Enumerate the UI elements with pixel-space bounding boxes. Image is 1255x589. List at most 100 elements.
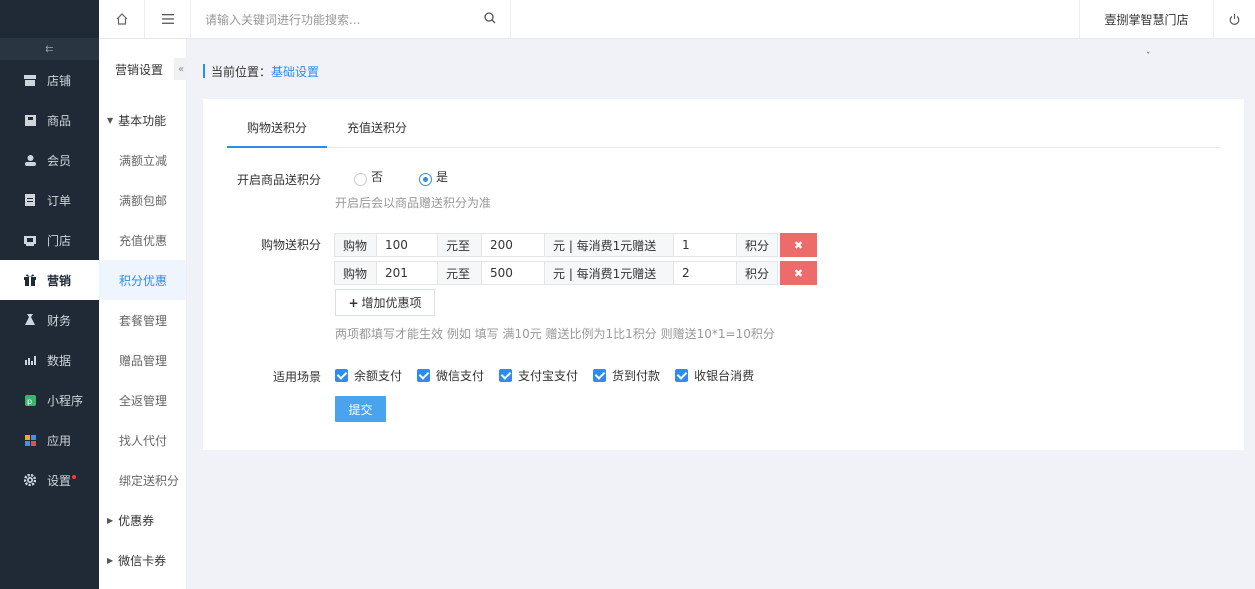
add-rule-label: 增加优惠项 — [361, 296, 422, 310]
search-icon[interactable] — [484, 11, 496, 27]
rule-unit-text: 积分 — [736, 261, 778, 285]
scene-checkbox[interactable]: 余额支付 — [335, 367, 402, 384]
finance-icon — [24, 314, 36, 326]
rule-points-input[interactable]: 1 — [673, 233, 737, 257]
radio-yes[interactable]: 是 — [419, 170, 449, 188]
caret-right-icon: ▶ — [107, 515, 114, 525]
breadcrumb-prefix: 当前位置： — [211, 64, 272, 79]
rule-buy-text: 购物 — [334, 261, 377, 285]
list-toggle-icon[interactable]: ⇇ — [0, 38, 99, 60]
power-icon[interactable] — [1213, 0, 1255, 38]
submenu-item-active[interactable]: 积分优惠 — [99, 260, 186, 300]
secondary-menu: 营销设置 ▼ 基本功能 满额立减 满额包邮 充值优惠 积分优惠 套餐管理 赠品管… — [99, 0, 187, 589]
checkbox-checked[interactable] — [499, 369, 513, 382]
checkbox-checked[interactable] — [335, 369, 348, 382]
radio-circle[interactable] — [354, 173, 367, 186]
chart-icon — [24, 354, 36, 366]
nav-label: 营销 — [47, 273, 72, 288]
close-icon: ✖ — [793, 238, 804, 252]
breadcrumb-current[interactable]: 基础设置 — [271, 63, 319, 80]
scene-checkbox[interactable]: 微信支付 — [417, 367, 484, 384]
search-placeholder: 请输入关键词进行功能搜索... — [205, 12, 361, 27]
submenu-item[interactable]: 绑定送积分 — [99, 460, 186, 500]
rule-from-input[interactable]: 201 — [376, 261, 438, 285]
scene-checkbox[interactable]: 货到付款 — [593, 367, 660, 384]
order-icon — [24, 194, 36, 206]
store-name[interactable]: 壹捌掌智慧门店 — [1079, 0, 1213, 38]
chevron-down-icon[interactable]: ˇ — [1146, 52, 1151, 62]
nav-item-store[interactable]: 店铺 — [0, 60, 99, 100]
submenu-group-wxcard[interactable]: ▶ 微信卡券 — [99, 540, 186, 580]
checkbox-checked[interactable] — [417, 369, 431, 382]
tab-recharge-points[interactable]: 充值送积分 — [327, 119, 427, 148]
gift-icon — [24, 274, 36, 286]
enable-radio-group: 否 是 — [354, 170, 484, 188]
breadcrumb: 当前位置： 基础设置 — [203, 63, 319, 80]
rules-label: 购物送积分 — [260, 238, 321, 252]
scene-option-label: 货到付款 — [612, 369, 661, 383]
nav-item-shop[interactable]: 门店 — [0, 220, 99, 260]
submenu-group-label: 微信卡券 — [118, 553, 167, 568]
nav-label: 门店 — [47, 233, 72, 248]
submenu-item[interactable]: 套餐管理 — [99, 300, 186, 340]
apps-icon — [24, 434, 36, 446]
scene-checkbox[interactable]: 收银台消费 — [675, 367, 754, 384]
nav-item-data[interactable]: 数据 — [0, 340, 99, 380]
submenu-group-basic[interactable]: ▼ 基本功能 — [99, 100, 186, 140]
scene-option-label: 收银台消费 — [694, 369, 755, 383]
nav-item-member[interactable]: 会员 — [0, 140, 99, 180]
menu-icon[interactable] — [145, 0, 191, 38]
add-rule-button[interactable]: + 增加优惠项 — [335, 289, 435, 316]
caret-right-icon: ▶ — [107, 555, 114, 565]
store-icon — [24, 74, 36, 86]
nav-item-marketing[interactable]: 营销 — [0, 260, 99, 300]
submit-button[interactable]: 提交 — [335, 396, 386, 422]
nav-item-miniprogram[interactable]: p 小程序 — [0, 380, 99, 420]
delete-rule-button[interactable]: ✖ — [780, 261, 817, 285]
submenu-item[interactable]: 找人代付 — [99, 420, 186, 460]
rule-row: 购物 201 元至 500 元 | 每消费1元赠送 2 积分 ✖ — [334, 261, 817, 285]
tab-bar: 购物送积分 充值送积分 — [227, 119, 1221, 148]
nav-label: 设置 — [47, 473, 72, 488]
user-icon — [24, 154, 36, 166]
checkbox-checked[interactable] — [593, 369, 607, 382]
rule-from-input[interactable]: 100 — [376, 233, 438, 257]
nav-item-goods[interactable]: 商品 — [0, 100, 99, 140]
submenu-item[interactable]: 满额立减 — [99, 140, 186, 180]
rule-row: 购物 100 元至 200 元 | 每消费1元赠送 1 积分 ✖ — [334, 233, 817, 257]
nav-label: 会员 — [47, 153, 72, 168]
home-icon[interactable] — [99, 0, 145, 38]
radio-no[interactable]: 否 — [354, 170, 384, 188]
nav-label: 商品 — [47, 113, 72, 128]
nav-item-apps[interactable]: 应用 — [0, 420, 99, 460]
scene-checkbox[interactable]: 支付宝支付 — [499, 367, 578, 384]
rule-points-input[interactable]: 2 — [673, 261, 737, 285]
rule-to-input[interactable]: 500 — [481, 261, 545, 285]
collapse-menu-icon[interactable]: « — [174, 58, 188, 80]
tab-purchase-points[interactable]: 购物送积分 — [227, 119, 328, 148]
nav-label: 小程序 — [47, 393, 84, 408]
svg-text:p: p — [27, 397, 32, 406]
radio-yes-label: 是 — [436, 170, 449, 184]
scene-option-label: 微信支付 — [436, 369, 485, 383]
submenu-item[interactable]: 充值优惠 — [99, 220, 186, 260]
delete-rule-button[interactable]: ✖ — [780, 233, 817, 257]
scene-label: 适用场景 — [272, 370, 321, 384]
search-input[interactable]: 请输入关键词进行功能搜索... — [191, 0, 511, 38]
radio-no-label: 否 — [371, 170, 384, 184]
nav-item-finance[interactable]: 财务 — [0, 300, 99, 340]
submenu-item[interactable]: 满额包邮 — [99, 180, 186, 220]
submenu-item[interactable]: 全返管理 — [99, 380, 186, 420]
submenu-group-label: 基本功能 — [118, 113, 167, 128]
nav-item-settings[interactable]: 设置 — [0, 460, 99, 500]
scene-checkbox-group: 余额支付 微信支付 支付宝支付 货到付款 收银台消费 — [335, 367, 769, 384]
rule-to-input[interactable]: 200 — [481, 233, 545, 257]
checkbox-checked[interactable] — [675, 369, 689, 382]
nav-item-order[interactable]: 订单 — [0, 180, 99, 220]
radio-circle-checked[interactable] — [419, 173, 433, 186]
submenu-group-coupon[interactable]: ▶ 优惠券 — [99, 500, 186, 540]
submenu-item[interactable]: 赠品管理 — [99, 340, 186, 380]
scene-option-label: 余额支付 — [354, 369, 403, 383]
nav-label: 财务 — [47, 313, 72, 328]
rule-per-text: 元 | 每消费1元赠送 — [544, 233, 674, 257]
